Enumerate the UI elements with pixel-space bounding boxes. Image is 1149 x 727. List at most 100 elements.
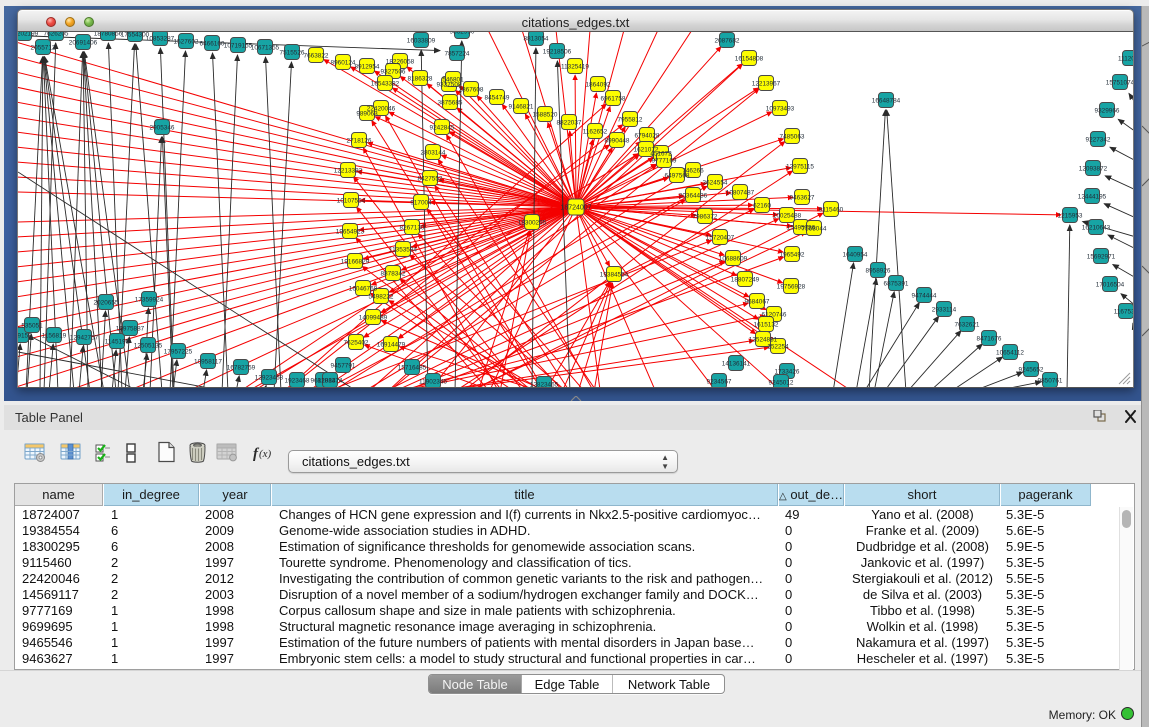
svg-text:9457791: 9457791 xyxy=(331,362,356,369)
svg-text:20691406: 20691406 xyxy=(69,39,98,46)
svg-text:546801: 546801 xyxy=(442,76,464,83)
svg-text:8427552: 8427552 xyxy=(418,175,443,182)
svg-text:9242845: 9242845 xyxy=(430,124,455,131)
svg-text:16914479: 16914479 xyxy=(377,341,406,348)
svg-text:10973493: 10973493 xyxy=(766,105,795,112)
svg-text:6794028: 6794028 xyxy=(635,132,660,139)
svg-text:2867608: 2867608 xyxy=(459,86,484,93)
svg-text:6875391: 6875391 xyxy=(884,280,909,287)
svg-text:18226058: 18226058 xyxy=(386,58,415,65)
svg-text:10853287: 10853287 xyxy=(146,35,175,42)
svg-text:8267130: 8267130 xyxy=(400,224,425,231)
svg-text:12213967: 12213967 xyxy=(752,80,781,87)
svg-text:6120746: 6120746 xyxy=(762,311,787,318)
svg-text:9684067: 9684067 xyxy=(745,298,770,305)
svg-text:9850761: 9850761 xyxy=(1038,377,1063,384)
svg-text:2087682: 2087682 xyxy=(715,37,740,44)
svg-text:8454749: 8454749 xyxy=(485,94,510,101)
svg-text:19756928: 19756928 xyxy=(777,283,806,290)
svg-text:19218506: 19218506 xyxy=(543,48,572,55)
svg-text:12093872: 12093872 xyxy=(1079,165,1108,172)
svg-text:8471676: 8471676 xyxy=(977,335,1002,342)
svg-text:9327506: 9327506 xyxy=(381,68,406,75)
svg-text:12213382: 12213382 xyxy=(334,167,363,174)
svg-text:14136141: 14136141 xyxy=(722,360,751,367)
svg-text:12444195: 12444195 xyxy=(1078,193,1107,200)
svg-text:6466160: 6466160 xyxy=(200,40,225,47)
svg-text:16648784: 16648784 xyxy=(872,97,901,104)
svg-text:7632621: 7632621 xyxy=(955,321,980,328)
svg-text:19384554: 19384554 xyxy=(600,271,629,278)
svg-text:3875685: 3875685 xyxy=(438,99,463,106)
svg-text:989063: 989063 xyxy=(356,110,378,117)
svg-text:10025488: 10025488 xyxy=(773,212,802,219)
svg-text:7515526: 7515526 xyxy=(280,49,305,56)
svg-text:9862990: 9862990 xyxy=(450,32,475,35)
svg-text:6497568: 6497568 xyxy=(665,172,690,179)
svg-text:8912954: 8912954 xyxy=(355,63,380,70)
svg-text:8186328: 8186328 xyxy=(408,75,433,82)
svg-text:2905346: 2905346 xyxy=(150,124,175,131)
svg-text:8958926: 8958926 xyxy=(866,267,891,274)
svg-text:10671355: 10671355 xyxy=(251,44,280,51)
svg-text:2020655: 2020655 xyxy=(94,299,119,306)
svg-text:8960124: 8960124 xyxy=(331,59,356,66)
svg-text:10975887: 10975887 xyxy=(116,325,145,332)
svg-text:1527602: 1527602 xyxy=(174,38,199,45)
svg-text:9474444: 9474444 xyxy=(912,292,937,299)
svg-text:8822037: 8822037 xyxy=(557,119,582,126)
svg-text:7626205: 7626205 xyxy=(44,32,69,37)
svg-text:10688609: 10688609 xyxy=(719,255,748,262)
svg-text:9329966: 9329966 xyxy=(1095,107,1120,114)
svg-text:939159: 939159 xyxy=(18,332,32,339)
svg-text:1864092: 1864092 xyxy=(586,81,611,88)
svg-text:15692971: 15692971 xyxy=(1087,253,1116,260)
svg-text:18807249: 18807249 xyxy=(731,276,760,283)
svg-text:2718126: 2718126 xyxy=(347,137,372,144)
svg-text:11353594: 11353594 xyxy=(389,246,417,253)
svg-text:7485063: 7485063 xyxy=(780,133,805,140)
svg-text:16033809: 16033809 xyxy=(407,37,436,44)
svg-text:62160: 62160 xyxy=(753,202,771,209)
svg-text:9234567: 9234567 xyxy=(707,378,732,385)
svg-text:14099489: 14099489 xyxy=(359,314,388,321)
svg-text:252254: 252254 xyxy=(767,343,789,350)
svg-text:5498222: 5498222 xyxy=(369,293,394,300)
svg-text:8813054: 8813054 xyxy=(524,35,549,42)
svg-text:10807487: 10807487 xyxy=(726,189,755,196)
svg-text:(x): (x) xyxy=(259,448,272,460)
svg-text:16046768: 16046768 xyxy=(349,285,378,292)
svg-text:12823465: 12823465 xyxy=(530,381,559,388)
svg-text:9146821: 9146821 xyxy=(509,103,534,110)
svg-text:10958117: 10958117 xyxy=(194,358,222,365)
svg-text:10107554: 10107554 xyxy=(337,197,366,204)
svg-text:12942757: 12942757 xyxy=(70,334,99,341)
svg-text:1145195: 1145195 xyxy=(105,338,130,345)
svg-text:1167534: 1167534 xyxy=(1114,308,1134,315)
svg-text:7857224: 7857224 xyxy=(445,50,470,57)
svg-text:9227342: 9227342 xyxy=(1086,136,1111,143)
svg-text:9115460: 9115460 xyxy=(819,206,844,213)
svg-text:1733426: 1733426 xyxy=(775,368,800,375)
svg-text:17016504: 17016504 xyxy=(1096,281,1125,288)
svg-text:2933114: 2933114 xyxy=(932,306,957,313)
svg-text:17359924: 17359924 xyxy=(135,296,164,303)
svg-text:1588520: 1588520 xyxy=(533,111,558,118)
svg-text:8181374: 8181374 xyxy=(318,377,343,384)
svg-text:451672: 451672 xyxy=(650,150,672,157)
svg-text:18780856: 18780856 xyxy=(94,32,123,37)
svg-text:13524851: 13524851 xyxy=(749,336,778,343)
svg-text:1215953: 1215953 xyxy=(1058,212,1083,219)
svg-text:11902346: 11902346 xyxy=(419,378,447,385)
svg-text:1162652: 1162652 xyxy=(583,128,608,135)
svg-text:10654112: 10654112 xyxy=(996,349,1024,356)
svg-text:17957225: 17957225 xyxy=(164,348,193,355)
svg-text:18724007: 18724007 xyxy=(560,205,591,212)
svg-text:11325419: 11325419 xyxy=(561,63,589,70)
svg-text:9463627: 9463627 xyxy=(790,194,815,201)
svg-text:535051: 535051 xyxy=(21,322,43,329)
svg-text:16154808: 16154808 xyxy=(735,55,764,62)
svg-text:9245652: 9245652 xyxy=(1019,366,1044,373)
svg-text:7955812: 7955812 xyxy=(618,116,643,123)
svg-text:1112098: 1112098 xyxy=(1118,55,1134,62)
